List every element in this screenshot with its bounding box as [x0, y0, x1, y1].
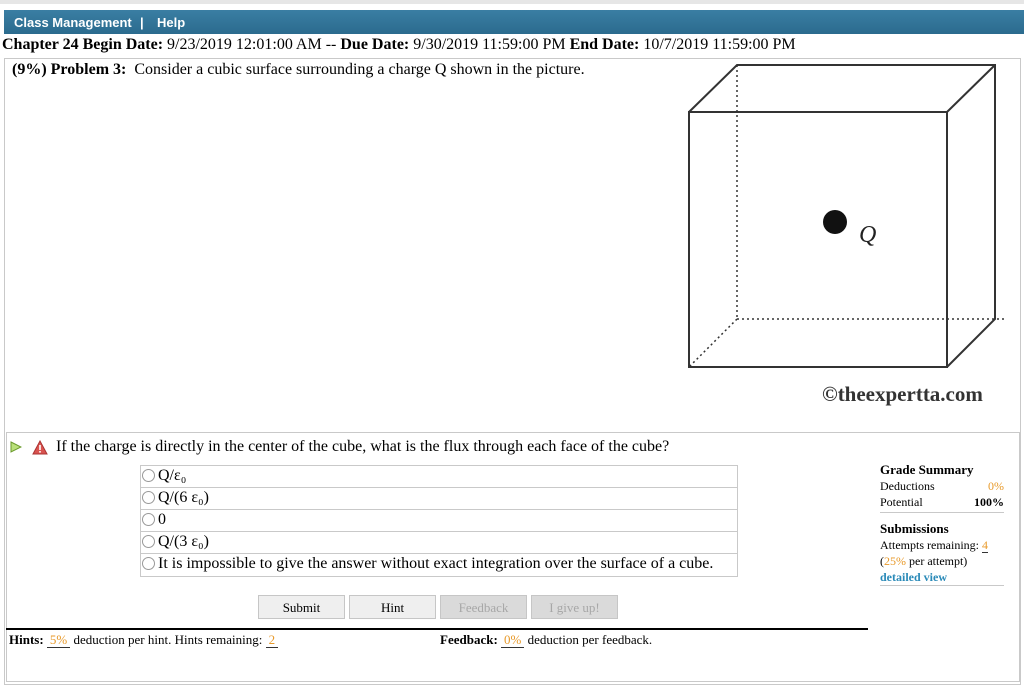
choice-row[interactable]: Q/(6 ε₀)	[141, 488, 737, 510]
cube-top-right-edge	[946, 64, 996, 113]
charge-label: Q	[859, 222, 876, 248]
choice-radio[interactable]	[142, 557, 155, 570]
image-credit: ©theexpertta.com	[822, 382, 983, 406]
grade-summary: Grade Summary Deductions 0% Potential 10…	[880, 462, 1004, 586]
nav-bar: Class Management | Help	[4, 10, 1024, 34]
choice-radio[interactable]	[142, 513, 155, 526]
question-text: If the charge is directly in the center …	[56, 438, 670, 455]
begin-value: 9/23/2019 12:01:00 AM	[167, 36, 322, 53]
per-attempt-text: per attempt)	[909, 554, 968, 568]
end-label: End Date:	[569, 36, 640, 53]
charge-dot	[823, 210, 847, 234]
potential-row: Potential 100%	[880, 494, 1004, 510]
grade-separator	[880, 512, 1004, 513]
per-attempt-percent: 25%	[884, 554, 906, 568]
choice-label: Q/(6 ε₀)	[158, 489, 209, 506]
submit-button[interactable]: Submit	[258, 595, 345, 619]
hints-remaining: 2	[265, 632, 279, 648]
cube-figure: Q	[688, 64, 1004, 368]
per-attempt-row: (25% per attempt)	[880, 553, 1004, 569]
choice-label: Q/ε₀	[158, 467, 187, 484]
hints-label: Hints:	[9, 632, 44, 647]
choice-label: It is impossible to give the answer with…	[158, 555, 714, 572]
potential-label: Potential	[880, 495, 923, 509]
feedback-button[interactable]: Feedback	[440, 595, 527, 619]
deductions-value: 0%	[988, 479, 1004, 493]
choice-row[interactable]: Q/(3 ε₀)	[141, 532, 737, 554]
due-label: Due Date:	[340, 36, 410, 53]
answer-choices: Q/ε₀ Q/(6 ε₀) 0 Q/(3 ε₀) It is impossibl…	[140, 465, 738, 577]
chapter-title: Chapter 24	[2, 36, 79, 53]
choice-label: Q/(3 ε₀)	[158, 533, 209, 550]
hints-info: Hints: 5% deduction per hint. Hints rema…	[9, 632, 279, 648]
cube-front-face	[688, 111, 948, 368]
nav-help[interactable]: Help	[157, 15, 185, 30]
give-up-button[interactable]: I give up!	[531, 595, 618, 619]
attempts-label: Attempts remaining:	[880, 538, 979, 552]
choice-radio[interactable]	[142, 469, 155, 482]
problem-label: Problem 3:	[50, 61, 127, 78]
attempts-row: Attempts remaining: 4	[880, 537, 1004, 553]
end-value: 10/7/2019 11:59:00 PM	[643, 36, 796, 53]
feedback-percent: 0%	[501, 632, 525, 648]
feedback-label: Feedback:	[440, 632, 498, 647]
problem-text: Consider a cubic surface surrounding a c…	[134, 61, 585, 78]
hints-percent: 5%	[46, 632, 71, 648]
nav-divider: |	[140, 15, 144, 30]
problem-weight: (9%)	[12, 61, 47, 78]
dash: --	[325, 36, 337, 53]
hint-button[interactable]: Hint	[349, 595, 436, 619]
attempts-value: 4	[981, 538, 988, 553]
potential-value: 100%	[974, 495, 1004, 509]
deductions-label: Deductions	[880, 479, 935, 493]
warning-icon	[32, 440, 48, 455]
detailed-view-link[interactable]: detailed view	[880, 569, 1004, 586]
due-value: 9/30/2019 11:59:00 PM	[413, 36, 566, 53]
choice-radio[interactable]	[142, 491, 155, 504]
choice-row[interactable]: Q/ε₀	[141, 466, 737, 488]
feedback-text: deduction per feedback.	[527, 632, 653, 647]
cube-hidden-diagonal-edge	[688, 318, 738, 368]
begin-label: Begin Date:	[82, 36, 164, 53]
choice-row[interactable]: 0	[141, 510, 737, 532]
choice-label: 0	[158, 511, 166, 528]
submissions-title: Submissions	[880, 521, 949, 536]
choice-radio[interactable]	[142, 535, 155, 548]
assignment-dates: Chapter 24 Begin Date: 9/23/2019 12:01:0…	[2, 36, 796, 54]
top-border	[0, 0, 1024, 4]
play-triangle-icon[interactable]	[10, 441, 22, 453]
problem-statement: (9%) Problem 3: Consider a cubic surface…	[12, 61, 585, 79]
nav-class-management[interactable]: Class Management	[14, 15, 132, 30]
deductions-row: Deductions 0%	[880, 478, 1004, 494]
choice-row[interactable]: It is impossible to give the answer with…	[141, 554, 737, 576]
hints-text: deduction per hint. Hints remaining:	[73, 632, 263, 647]
feedback-info: Feedback: 0% deduction per feedback.	[440, 632, 652, 648]
hints-divider	[6, 628, 868, 630]
grade-summary-title: Grade Summary	[880, 462, 974, 477]
